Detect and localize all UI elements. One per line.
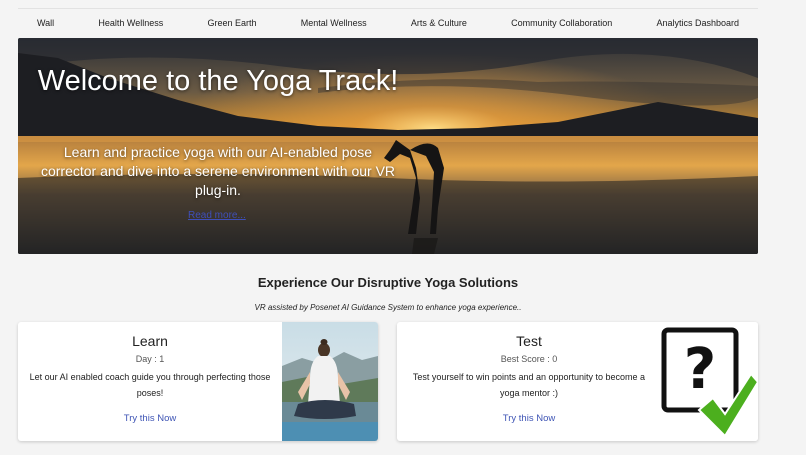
nav-item-analytics-dashboard[interactable]: Analytics Dashboard bbox=[656, 18, 739, 28]
nav-item-arts-culture[interactable]: Arts & Culture bbox=[411, 18, 467, 28]
test-card: Test Best Score : 0 Test yourself to win… bbox=[397, 322, 758, 441]
test-card-body: Test Best Score : 0 Test yourself to win… bbox=[397, 322, 661, 441]
learn-card-text: Let our AI enabled coach guide you throu… bbox=[29, 372, 271, 398]
test-card-text: Test yourself to win points and an oppor… bbox=[412, 372, 646, 398]
read-more-link[interactable]: Read more... bbox=[188, 210, 246, 221]
svg-text:?: ? bbox=[684, 337, 716, 402]
nav-item-community-collaboration[interactable]: Community Collaboration bbox=[511, 18, 612, 28]
learn-card-title: Learn bbox=[132, 333, 168, 349]
test-card-title: Test bbox=[516, 333, 542, 349]
learn-try-now-link[interactable]: Try this Now bbox=[18, 413, 282, 424]
page: Wall Health Wellness Green Earth Mental … bbox=[0, 0, 806, 455]
learn-card: Learn Day : 1 Let our AI enabled coach g… bbox=[18, 322, 378, 441]
learn-card-day: Day : 1 bbox=[135, 354, 165, 364]
nav-item-wall[interactable]: Wall bbox=[37, 18, 54, 28]
question-checkmark-icon: ? bbox=[659, 322, 758, 441]
nav-item-mental-wellness[interactable]: Mental Wellness bbox=[301, 18, 367, 28]
hero-banner: Welcome to the Yoga Track! Learn and pra… bbox=[18, 38, 758, 254]
hero-title: Welcome to the Yoga Track! bbox=[37, 65, 399, 97]
test-try-now-link[interactable]: Try this Now bbox=[397, 413, 661, 424]
meditation-photo bbox=[282, 322, 378, 441]
hero-description: Learn and practice yoga with our AI-enab… bbox=[40, 144, 396, 198]
section-title: Experience Our Disruptive Yoga Solutions bbox=[257, 275, 519, 290]
nav-item-health-wellness[interactable]: Health Wellness bbox=[98, 18, 163, 28]
test-card-score: Best Score : 0 bbox=[500, 354, 558, 364]
top-nav: Wall Health Wellness Green Earth Mental … bbox=[18, 8, 758, 36]
learn-card-body: Learn Day : 1 Let our AI enabled coach g… bbox=[18, 322, 282, 441]
nav-item-green-earth[interactable]: Green Earth bbox=[208, 18, 257, 28]
section-subtitle: VR assisted by Posenet AI Guidance Syste… bbox=[254, 303, 522, 312]
